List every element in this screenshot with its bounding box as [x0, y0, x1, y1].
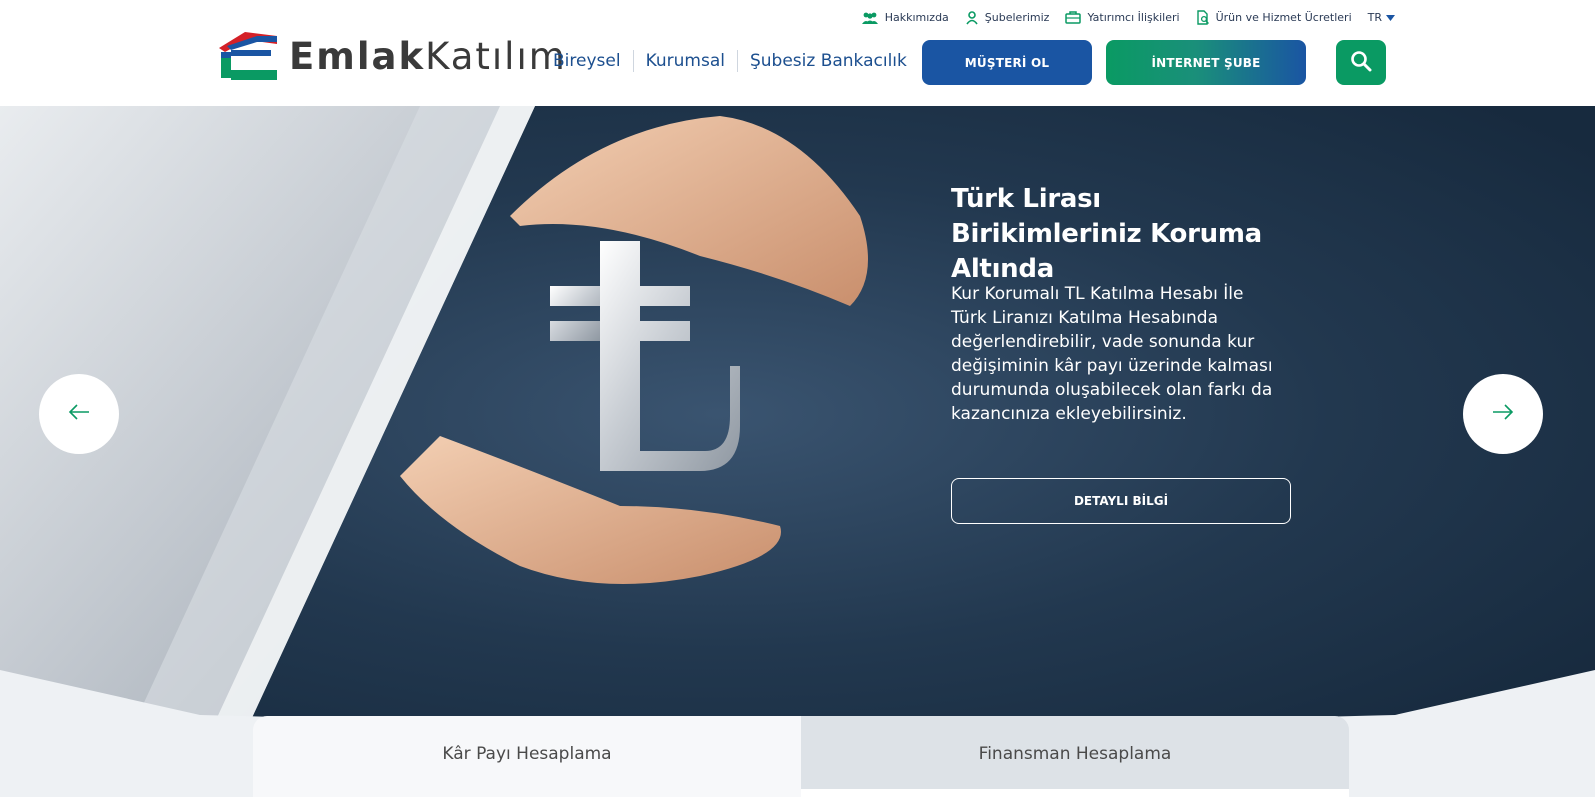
topbar-item-subelerimiz[interactable]: Şubelerimiz [965, 10, 1050, 25]
slider-prev-button[interactable] [39, 374, 119, 454]
internet-sube-button[interactable]: İNTERNET ŞUBE [1106, 40, 1306, 85]
topbar-item-hakkimizda[interactable]: Hakkımızda [861, 11, 949, 24]
language-selector[interactable]: TR [1368, 11, 1395, 24]
calculator-tabs: Kâr Payı Hesaplama Finansman Hesaplama [253, 716, 1349, 797]
topbar-label: Yatırımcı İlişkileri [1087, 11, 1180, 24]
main-nav: Bireysel Kurumsal Şubesiz Bankacılık [553, 50, 919, 72]
topbar-label: Hakkımızda [884, 11, 949, 24]
site-header: EmlakKatılım Hakkımızda Şubelerimiz Yatı… [0, 0, 1595, 106]
document-search-icon [1196, 10, 1210, 25]
topbar-item-yatirimci[interactable]: Yatırımcı İlişkileri [1065, 11, 1180, 24]
nav-item-kurumsal[interactable]: Kurumsal [634, 51, 737, 71]
topbar-label: Şubelerimiz [984, 11, 1050, 24]
topbar-label: Ürün ve Hizmet Ücretleri [1215, 11, 1352, 24]
nav-item-subesiz[interactable]: Şubesiz Bankacılık [738, 51, 919, 71]
slider-next-button[interactable] [1463, 374, 1543, 454]
arrow-left-icon [68, 404, 90, 424]
map-pin-person-icon [965, 10, 979, 25]
nav-item-bireysel[interactable]: Bireysel [553, 51, 633, 71]
tab-kar-payi-hesaplama[interactable]: Kâr Payı Hesaplama [253, 716, 801, 797]
logo-text-light: Katılım [425, 34, 567, 78]
logo-wordmark: EmlakKatılım [289, 35, 567, 78]
hero-title: Türk Lirası Birikimleriniz Koruma Altınd… [951, 184, 1262, 284]
people-icon [861, 12, 879, 24]
utility-bar: Hakkımızda Şubelerimiz Yatırımcı İlişkil… [861, 10, 1395, 25]
briefcase-icon [1065, 11, 1082, 24]
caret-down-icon [1386, 14, 1395, 21]
emlak-katilim-logo[interactable]: EmlakKatılım [217, 26, 565, 86]
logo-text-bold: Emlak [289, 34, 426, 78]
topbar-item-ucretler[interactable]: Ürün ve Hizmet Ücretleri [1196, 10, 1352, 25]
logo-mark-icon [217, 28, 279, 84]
search-button[interactable] [1336, 40, 1386, 85]
hero-slider: Türk Lirası Birikimleriniz Koruma Altınd… [0, 106, 1595, 722]
hero-background-image [0, 106, 1595, 722]
detayli-bilgi-button[interactable]: DETAYLI BİLGİ [951, 478, 1291, 524]
language-label: TR [1367, 11, 1382, 24]
hero-description: Kur Korumalı TL Katılma Hesabı İle Türk … [951, 284, 1273, 424]
arrow-right-icon [1492, 404, 1514, 424]
search-icon [1350, 50, 1372, 75]
musteri-ol-button[interactable]: MÜŞTERİ OL [922, 40, 1092, 85]
tab-finansman-hesaplama[interactable]: Finansman Hesaplama [801, 716, 1349, 797]
